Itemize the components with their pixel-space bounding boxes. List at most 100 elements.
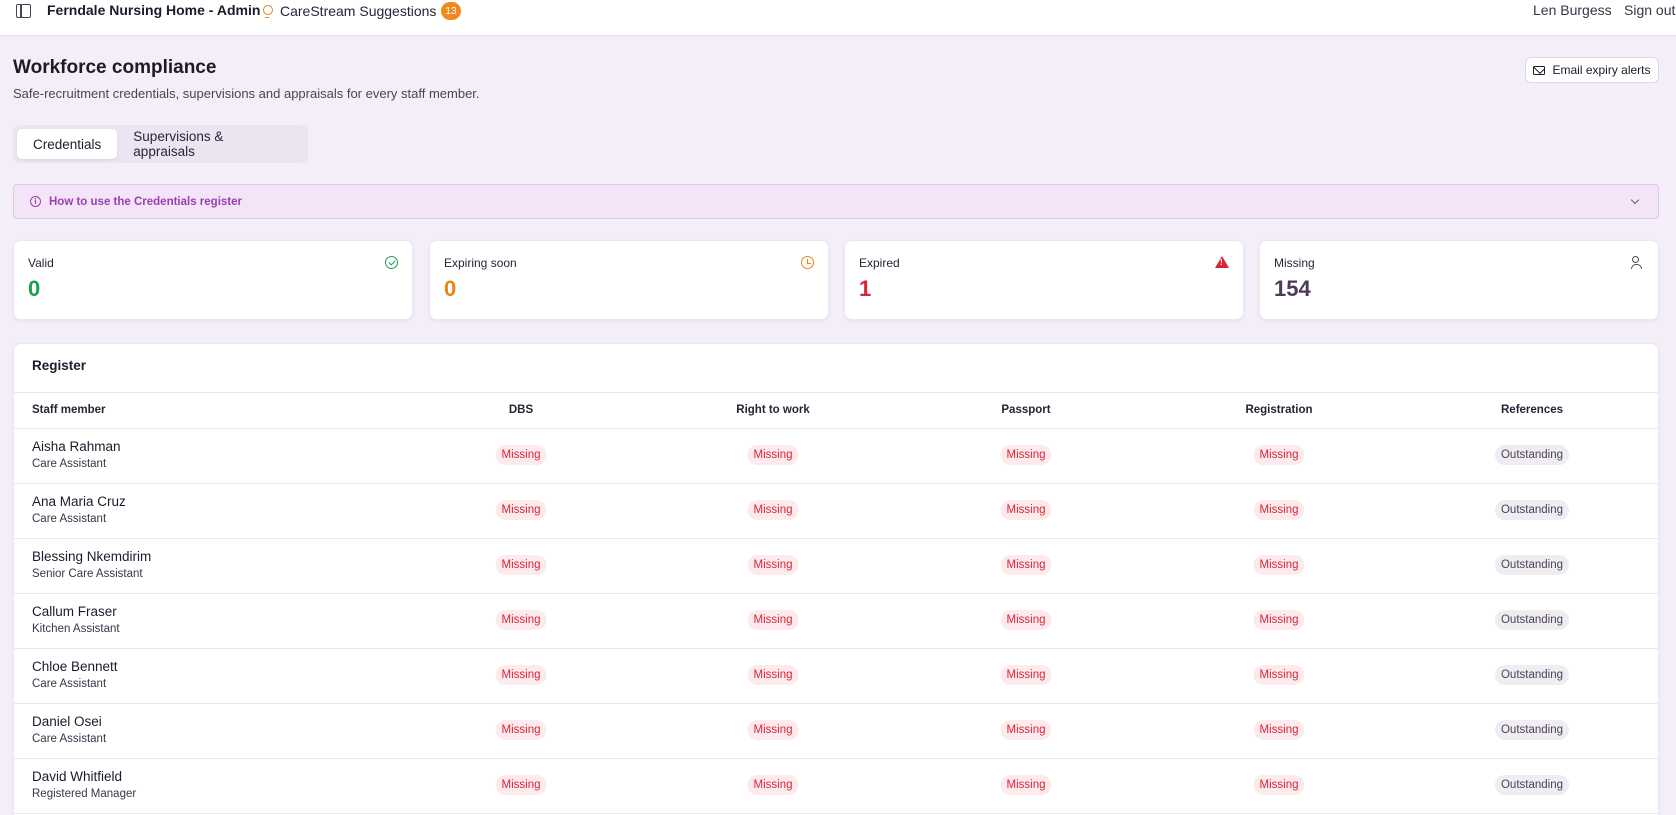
right-to-work-status-badge: Missing — [747, 720, 799, 740]
references-status-badge: Outstanding — [1494, 610, 1570, 630]
passport-status-badge: Missing — [1000, 500, 1052, 520]
stat-card-expired: Expired 1 — [844, 240, 1244, 320]
column-header-registration: Registration — [1245, 404, 1313, 416]
staff-role: Care Assistant — [32, 513, 107, 525]
staff-role: Kitchen Assistant — [32, 623, 120, 635]
column-header-passport: Passport — [1001, 404, 1051, 416]
column-header-staff-member: Staff member — [32, 404, 106, 416]
register-title: Register — [32, 358, 87, 373]
table-row[interactable]: David Whitfield Registered Manager Missi… — [14, 759, 1658, 814]
chevron-down-icon — [1630, 195, 1640, 205]
column-header-references: References — [1500, 404, 1564, 416]
references-status-badge: Outstanding — [1494, 720, 1570, 740]
staff-name: Blessing Nkemdirim — [32, 549, 152, 564]
staff-name: Aisha Rahman — [32, 439, 121, 454]
right-to-work-status-badge: Missing — [747, 775, 799, 795]
staff-role: Senior Care Assistant — [32, 568, 143, 580]
app-title: Ferndale Nursing Home - Admin — [47, 2, 261, 18]
references-status-badge: Outstanding — [1494, 500, 1570, 520]
stat-label: Missing — [1274, 256, 1315, 270]
registration-status-badge: Missing — [1253, 665, 1305, 685]
howto-accordion[interactable]: i How to use the Credentials register — [13, 184, 1659, 219]
right-to-work-status-badge: Missing — [747, 610, 799, 630]
passport-status-badge: Missing — [1000, 445, 1052, 465]
table-header: Staff member DBS Right to work Passport … — [14, 392, 1658, 429]
registration-status-badge: Missing — [1253, 610, 1305, 630]
tab-supervisions-appraisals[interactable]: Supervisions & appraisals — [117, 129, 304, 159]
sign-out-link[interactable]: Sign out — [1624, 2, 1675, 18]
right-to-work-status-badge: Missing — [747, 500, 799, 520]
email-expiry-alerts-button[interactable]: Email expiry alerts — [1525, 57, 1659, 83]
suggestions-count-badge: 13 — [441, 2, 461, 20]
table-row[interactable]: Blessing Nkemdirim Senior Care Assistant… — [14, 539, 1658, 594]
table-row[interactable]: Chloe Bennett Care Assistant Missing Mis… — [14, 649, 1658, 704]
column-header-right-to-work: Right to work — [736, 404, 810, 416]
stat-value: 154 — [1274, 276, 1311, 301]
tab-credentials[interactable]: Credentials — [17, 129, 118, 159]
registration-status-badge: Missing — [1253, 775, 1305, 795]
user-name: Len Burgess — [1533, 2, 1612, 18]
stat-card-missing: Missing 154 — [1259, 240, 1659, 320]
passport-status-badge: Missing — [1000, 665, 1052, 685]
passport-status-badge: Missing — [1000, 775, 1052, 795]
staff-name: Callum Fraser — [32, 604, 117, 619]
registration-status-badge: Missing — [1253, 500, 1305, 520]
stat-value: 0 — [28, 276, 41, 301]
dbs-status-badge: Missing — [495, 665, 547, 685]
warning-triangle-icon — [1215, 256, 1229, 268]
staff-name: Chloe Bennett — [32, 659, 118, 674]
references-status-badge: Outstanding — [1494, 445, 1570, 465]
staff-role: Care Assistant — [32, 733, 107, 745]
staff-role: Care Assistant — [32, 678, 107, 690]
tab-list: Credentials Supervisions & appraisals — [13, 125, 308, 163]
info-icon: i — [30, 196, 41, 207]
right-to-work-status-badge: Missing — [747, 555, 799, 575]
right-to-work-status-badge: Missing — [747, 445, 799, 465]
column-header-dbs: DBS — [508, 404, 534, 416]
stat-card-valid: Valid 0 — [13, 240, 413, 320]
email-button-label: Email expiry alerts — [1552, 63, 1651, 77]
stat-label: Expired — [859, 256, 900, 270]
references-status-badge: Outstanding — [1494, 775, 1570, 795]
stat-label: Valid — [28, 256, 54, 270]
dbs-status-badge: Missing — [495, 775, 547, 795]
registration-status-badge: Missing — [1253, 445, 1305, 465]
page-subtitle: Safe-recruitment credentials, supervisio… — [13, 86, 480, 101]
stat-label: Expiring soon — [444, 256, 517, 270]
table-row[interactable]: Aisha Rahman Care Assistant Missing Miss… — [14, 429, 1658, 484]
registration-status-badge: Missing — [1253, 555, 1305, 575]
table-row[interactable]: Callum Fraser Kitchen Assistant Missing … — [14, 594, 1658, 649]
stat-value: 1 — [859, 276, 872, 301]
stat-card-expiring-soon: Expiring soon 0 — [429, 240, 829, 320]
dbs-status-badge: Missing — [495, 445, 547, 465]
clock-icon — [801, 256, 814, 269]
register-table: Register Staff member DBS Right to work … — [13, 343, 1659, 815]
top-bar: Ferndale Nursing Home - Admin CareStream… — [0, 0, 1676, 36]
check-circle-icon — [385, 256, 398, 269]
table-row[interactable]: Ana Maria Cruz Care Assistant Missing Mi… — [14, 484, 1658, 539]
sidebar-toggle-icon[interactable] — [16, 4, 31, 18]
right-to-work-status-badge: Missing — [747, 665, 799, 685]
page-title: Workforce compliance — [13, 57, 217, 78]
registration-status-badge: Missing — [1253, 720, 1305, 740]
references-status-badge: Outstanding — [1494, 555, 1570, 575]
lightbulb-icon — [262, 4, 273, 18]
staff-name: Ana Maria Cruz — [32, 494, 126, 509]
dbs-status-badge: Missing — [495, 555, 547, 575]
staff-role: Registered Manager — [32, 788, 137, 800]
dbs-status-badge: Missing — [495, 610, 547, 630]
stat-value: 0 — [444, 276, 457, 301]
staff-name: David Whitfield — [32, 769, 123, 784]
suggestions-button[interactable]: CareStream Suggestions 13 — [262, 2, 461, 20]
table-row[interactable]: Daniel Osei Care Assistant Missing Missi… — [14, 704, 1658, 759]
references-status-badge: Outstanding — [1494, 665, 1570, 685]
staff-name: Daniel Osei — [32, 714, 102, 729]
howto-label: How to use the Credentials register — [49, 195, 242, 208]
passport-status-badge: Missing — [1000, 555, 1052, 575]
dbs-status-badge: Missing — [495, 720, 547, 740]
dbs-status-badge: Missing — [495, 500, 547, 520]
passport-status-badge: Missing — [1000, 610, 1052, 630]
mail-icon — [1533, 65, 1546, 75]
staff-role: Care Assistant — [32, 458, 107, 470]
users-icon — [1631, 256, 1644, 269]
